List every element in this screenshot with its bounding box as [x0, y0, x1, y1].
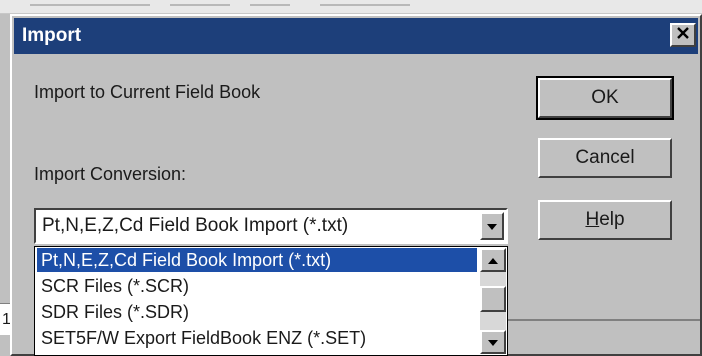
chevron-up-icon — [488, 251, 498, 269]
scroll-thumb[interactable] — [480, 286, 506, 312]
ok-button-label: OK — [591, 87, 619, 108]
list-item[interactable]: SCR Files (*.SCR) — [37, 274, 477, 298]
import-conversion-combobox[interactable]: Pt,N,E,Z,Cd Field Book Import (*.txt) — [34, 208, 508, 244]
scroll-up-button[interactable] — [480, 248, 506, 272]
dropdown-scrollbar[interactable] — [480, 248, 506, 354]
background-divider — [508, 319, 700, 321]
combobox-dropdown-button[interactable] — [480, 212, 504, 240]
help-label-rest: elp — [599, 209, 625, 230]
help-mnemonic: H — [585, 209, 600, 230]
close-icon — [676, 26, 690, 45]
help-button[interactable]: Help — [538, 200, 672, 240]
background-window-strip — [0, 0, 702, 14]
chevron-down-icon — [487, 217, 497, 235]
chevron-down-icon — [488, 333, 498, 351]
import-conversion-dropdown-list[interactable]: Pt,N,E,Z,Cd Field Book Import (*.txt) SC… — [34, 246, 508, 356]
list-item[interactable]: Pt,N,E,Z,Cd Field Book Import (*.txt) — [37, 248, 477, 272]
help-button-label: Help — [585, 209, 624, 231]
scroll-down-button[interactable] — [480, 330, 506, 354]
title-bar[interactable]: Import — [14, 18, 698, 54]
import-dialog: Import Import to Current Field Book Impo… — [10, 14, 702, 356]
combobox-selected-value: Pt,N,E,Z,Cd Field Book Import (*.txt) — [42, 215, 349, 236]
list-item[interactable]: SET5F/W Export FieldBook ENZ (*.SET) — [37, 326, 477, 350]
ok-button[interactable]: OK — [536, 76, 674, 120]
list-item[interactable]: SDR Files (*.SDR) — [37, 300, 477, 324]
import-target-label: Import to Current Field Book — [34, 82, 261, 102]
cancel-button[interactable]: Cancel — [538, 138, 672, 178]
cancel-button-label: Cancel — [575, 147, 635, 168]
import-conversion-label: Import Conversion: — [34, 164, 187, 184]
close-button[interactable] — [670, 23, 696, 47]
dialog-title: Import — [22, 25, 82, 46]
